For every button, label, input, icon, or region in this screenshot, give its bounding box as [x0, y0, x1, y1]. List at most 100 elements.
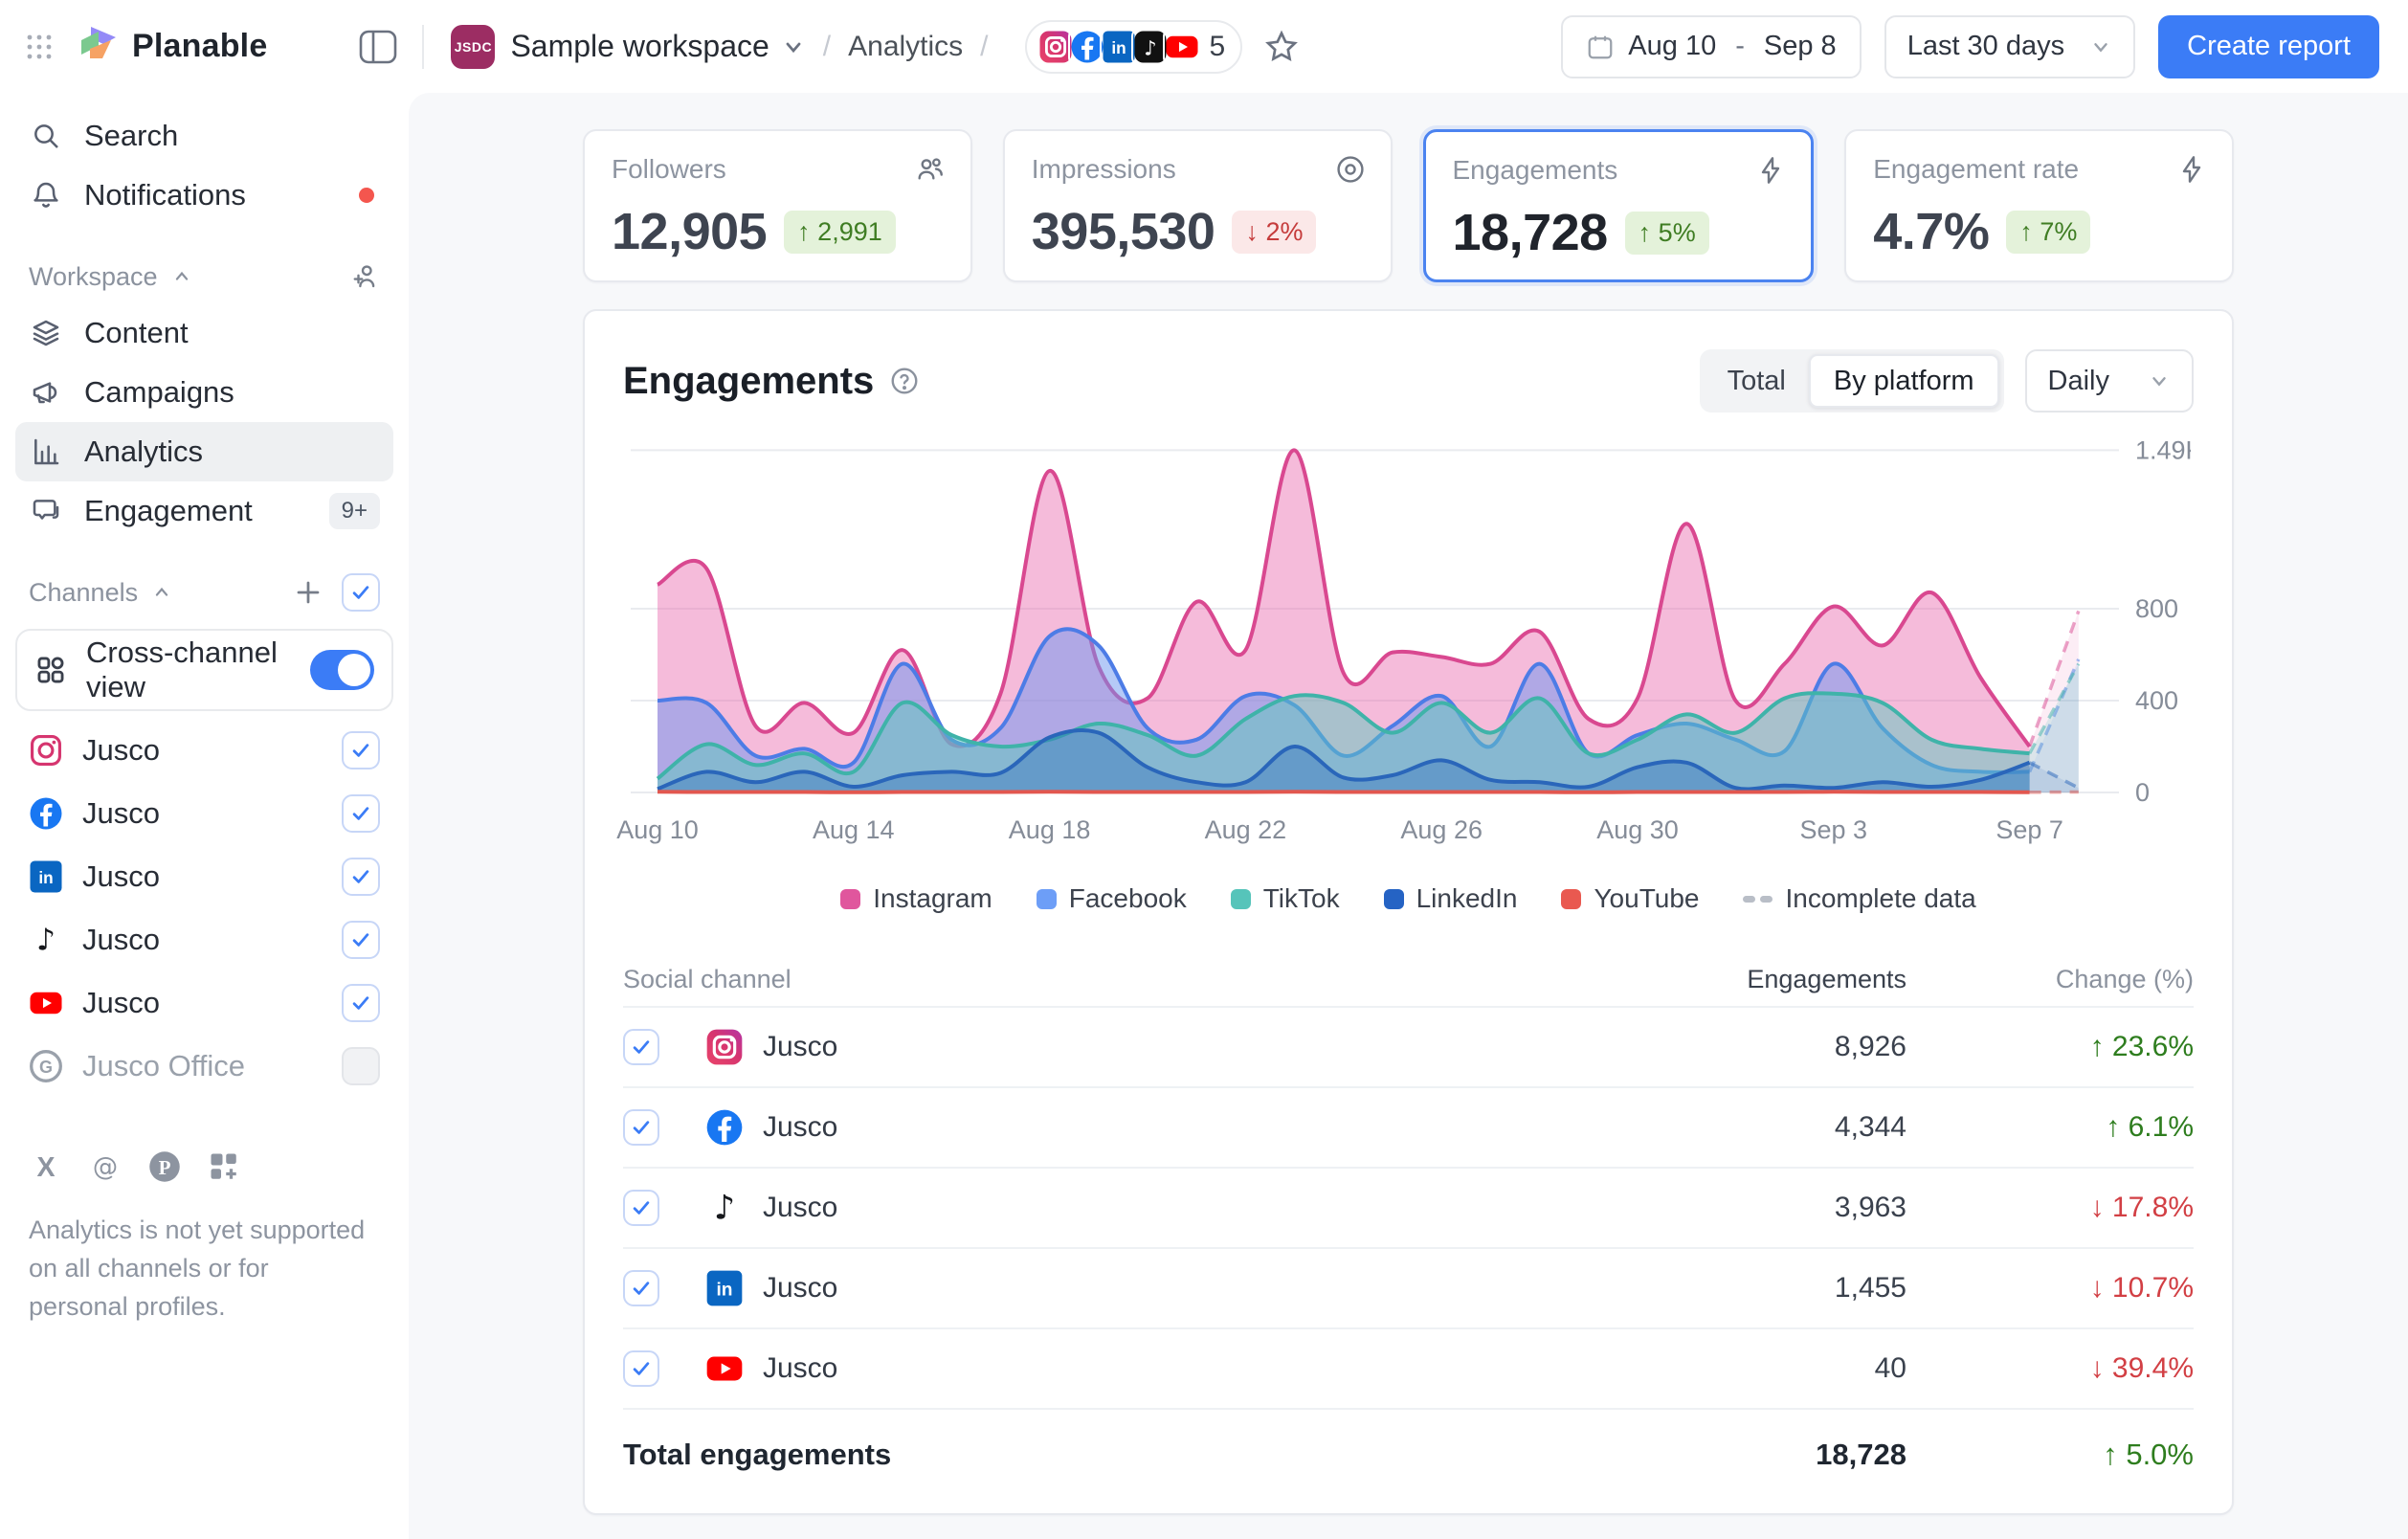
metric-card-engagements[interactable]: Engagements 18,728 ↑ 5%: [1423, 129, 1815, 282]
channel-checkbox[interactable]: [342, 984, 380, 1022]
sidebar-item-notifications[interactable]: Notifications: [15, 166, 393, 225]
channel-item-office[interactable]: G Jusco Office: [15, 1035, 393, 1098]
svg-text:P: P: [159, 1156, 171, 1179]
period-select[interactable]: Last 30 days: [1884, 15, 2135, 78]
table-row-tiktok: ♪ Jusco 3,963 ↓ 17.8%: [623, 1167, 2194, 1247]
metric-card-impressions[interactable]: Impressions 395,530 ↓ 2%: [1003, 129, 1393, 282]
chart-svg: 04008001.49KAug 10Aug 14Aug 18Aug 22Aug …: [602, 413, 2191, 851]
chevron-up-icon[interactable]: [151, 582, 172, 603]
channel-filter-pill[interactable]: in♪5: [1025, 20, 1243, 74]
svg-text:Aug 22: Aug 22: [1205, 815, 1287, 844]
legend-item-youtube[interactable]: YouTube: [1561, 883, 1699, 914]
date-range-separator: -: [1735, 31, 1745, 62]
channel-checkbox[interactable]: [342, 794, 380, 833]
cross-channel-view-card[interactable]: Cross-channel view: [15, 629, 393, 711]
youtube-icon: [29, 986, 63, 1020]
legend-swatch: [1561, 889, 1581, 909]
svg-text:Sep 3: Sep 3: [1800, 815, 1868, 844]
chat-icon: [29, 496, 63, 526]
channel-checkbox[interactable]: [342, 1047, 380, 1085]
lightning-icon: [1755, 155, 1786, 186]
legend-dash-swatch: [1743, 896, 1773, 903]
chart-legend: InstagramFacebookTikTokLinkedInYouTubeIn…: [585, 883, 2232, 914]
channel-item-youtube[interactable]: Jusco: [15, 971, 393, 1035]
chevron-up-icon[interactable]: [171, 266, 192, 287]
instagram-icon: [29, 733, 63, 768]
app-launcher-icon[interactable]: [25, 33, 54, 61]
cross-channel-toggle[interactable]: [310, 650, 374, 690]
date-range-end: Sep 8: [1764, 31, 1837, 62]
row-engagements: 1,455: [1505, 1272, 1906, 1305]
row-checkbox[interactable]: [623, 1029, 659, 1065]
row-checkbox[interactable]: [623, 1350, 659, 1387]
sidebar-item-campaigns[interactable]: Campaigns: [15, 363, 393, 422]
linkedin-icon: in: [705, 1269, 744, 1307]
granularity-select[interactable]: Daily: [2025, 349, 2194, 413]
invite-member-icon[interactable]: [351, 262, 380, 291]
notification-dot: [359, 188, 374, 203]
workspace-name[interactable]: Sample workspace: [510, 29, 769, 64]
row-checkbox[interactable]: [623, 1109, 659, 1146]
channel-checkbox[interactable]: [342, 731, 380, 770]
sidebar-item-content[interactable]: Content: [15, 303, 393, 363]
row-channel-name: Jusco: [763, 1031, 837, 1063]
metric-value: 395,530: [1032, 202, 1215, 261]
bar-chart-icon: [29, 436, 63, 467]
x-icon: X: [29, 1149, 63, 1184]
legend-swatch: [1384, 889, 1404, 909]
create-report-button[interactable]: Create report: [2158, 15, 2379, 78]
favorite-star-icon[interactable]: [1263, 29, 1300, 65]
section-label: Workspace: [29, 262, 158, 292]
total-label: Total engagements: [623, 1438, 1505, 1472]
channel-item-tiktok[interactable]: ♪ Jusco: [15, 908, 393, 971]
legend-item-tiktok[interactable]: TikTok: [1231, 883, 1340, 914]
add-channel-icon[interactable]: [294, 578, 323, 607]
sidebar-item-label: Notifications: [84, 178, 246, 212]
metric-card-followers[interactable]: Followers 12,905 ↑ 2,991: [583, 129, 972, 282]
metric-delta-badge: ↑ 5%: [1625, 212, 1709, 255]
row-checkbox[interactable]: [623, 1270, 659, 1306]
chevron-down-icon[interactable]: [781, 34, 806, 59]
metric-card-engagement-rate[interactable]: Engagement rate 4.7% ↑ 7%: [1844, 129, 2234, 282]
workspace-avatar[interactable]: JSDC: [451, 25, 495, 69]
help-icon[interactable]: [889, 366, 920, 396]
channel-item-facebook[interactable]: Jusco: [15, 782, 393, 845]
date-range-start: Aug 10: [1628, 31, 1716, 62]
analytics-support-note: Analytics is not yet supported on all ch…: [15, 1211, 379, 1326]
legend-item-instagram[interactable]: Instagram: [840, 883, 992, 914]
row-change: ↓ 17.8%: [2090, 1192, 2194, 1223]
row-change: ↑ 6.1%: [2106, 1111, 2194, 1143]
row-channel-name: Jusco: [763, 1272, 837, 1305]
eye-icon: [1335, 154, 1366, 185]
legend-item-facebook[interactable]: Facebook: [1037, 883, 1187, 914]
total-change: ↑ 5.0%: [2103, 1438, 2194, 1471]
legend-item-linkedin[interactable]: LinkedIn: [1384, 883, 1518, 914]
megaphone-icon: [29, 377, 63, 408]
sidebar-item-engagement[interactable]: Engagement 9+: [15, 481, 393, 541]
apps-plus-icon: [207, 1149, 241, 1184]
collapse-sidebar-icon[interactable]: [359, 30, 397, 64]
sidebar-item-analytics[interactable]: Analytics: [15, 422, 393, 481]
channel-name: Jusco: [82, 986, 160, 1020]
row-checkbox[interactable]: [623, 1190, 659, 1226]
tab-by-platform[interactable]: By platform: [1809, 354, 1999, 408]
total-engagements: 18,728: [1505, 1438, 1906, 1472]
channel-name: Jusco: [82, 923, 160, 957]
select-all-channels-checkbox[interactable]: [342, 573, 380, 612]
date-range-picker[interactable]: Aug 10 - Sep 8: [1561, 15, 1861, 78]
channel-checkbox[interactable]: [342, 858, 380, 896]
engagements-area-chart[interactable]: 04008001.49KAug 10Aug 14Aug 18Aug 22Aug …: [602, 413, 2220, 851]
channel-checkbox[interactable]: [342, 921, 380, 959]
channel-name: Jusco: [82, 733, 160, 768]
cross-channel-label: Cross-channel view: [86, 636, 310, 704]
pinterest-icon: P: [147, 1149, 182, 1184]
sidebar-item-search[interactable]: Search: [15, 106, 393, 166]
channel-stats-table: Social channel Engagements Change (%) Ju…: [623, 952, 2194, 1500]
tab-total[interactable]: Total: [1705, 354, 1809, 408]
column-social-channel: Social channel: [623, 965, 1505, 994]
channel-item-linkedin[interactable]: in Jusco: [15, 845, 393, 908]
sidebar: Search Notifications Workspace Content C…: [0, 93, 409, 1539]
table-row-facebook: Jusco 4,344 ↑ 6.1%: [623, 1086, 2194, 1167]
breadcrumb-analytics[interactable]: Analytics: [848, 31, 963, 63]
channel-item-instagram[interactable]: Jusco: [15, 719, 393, 782]
